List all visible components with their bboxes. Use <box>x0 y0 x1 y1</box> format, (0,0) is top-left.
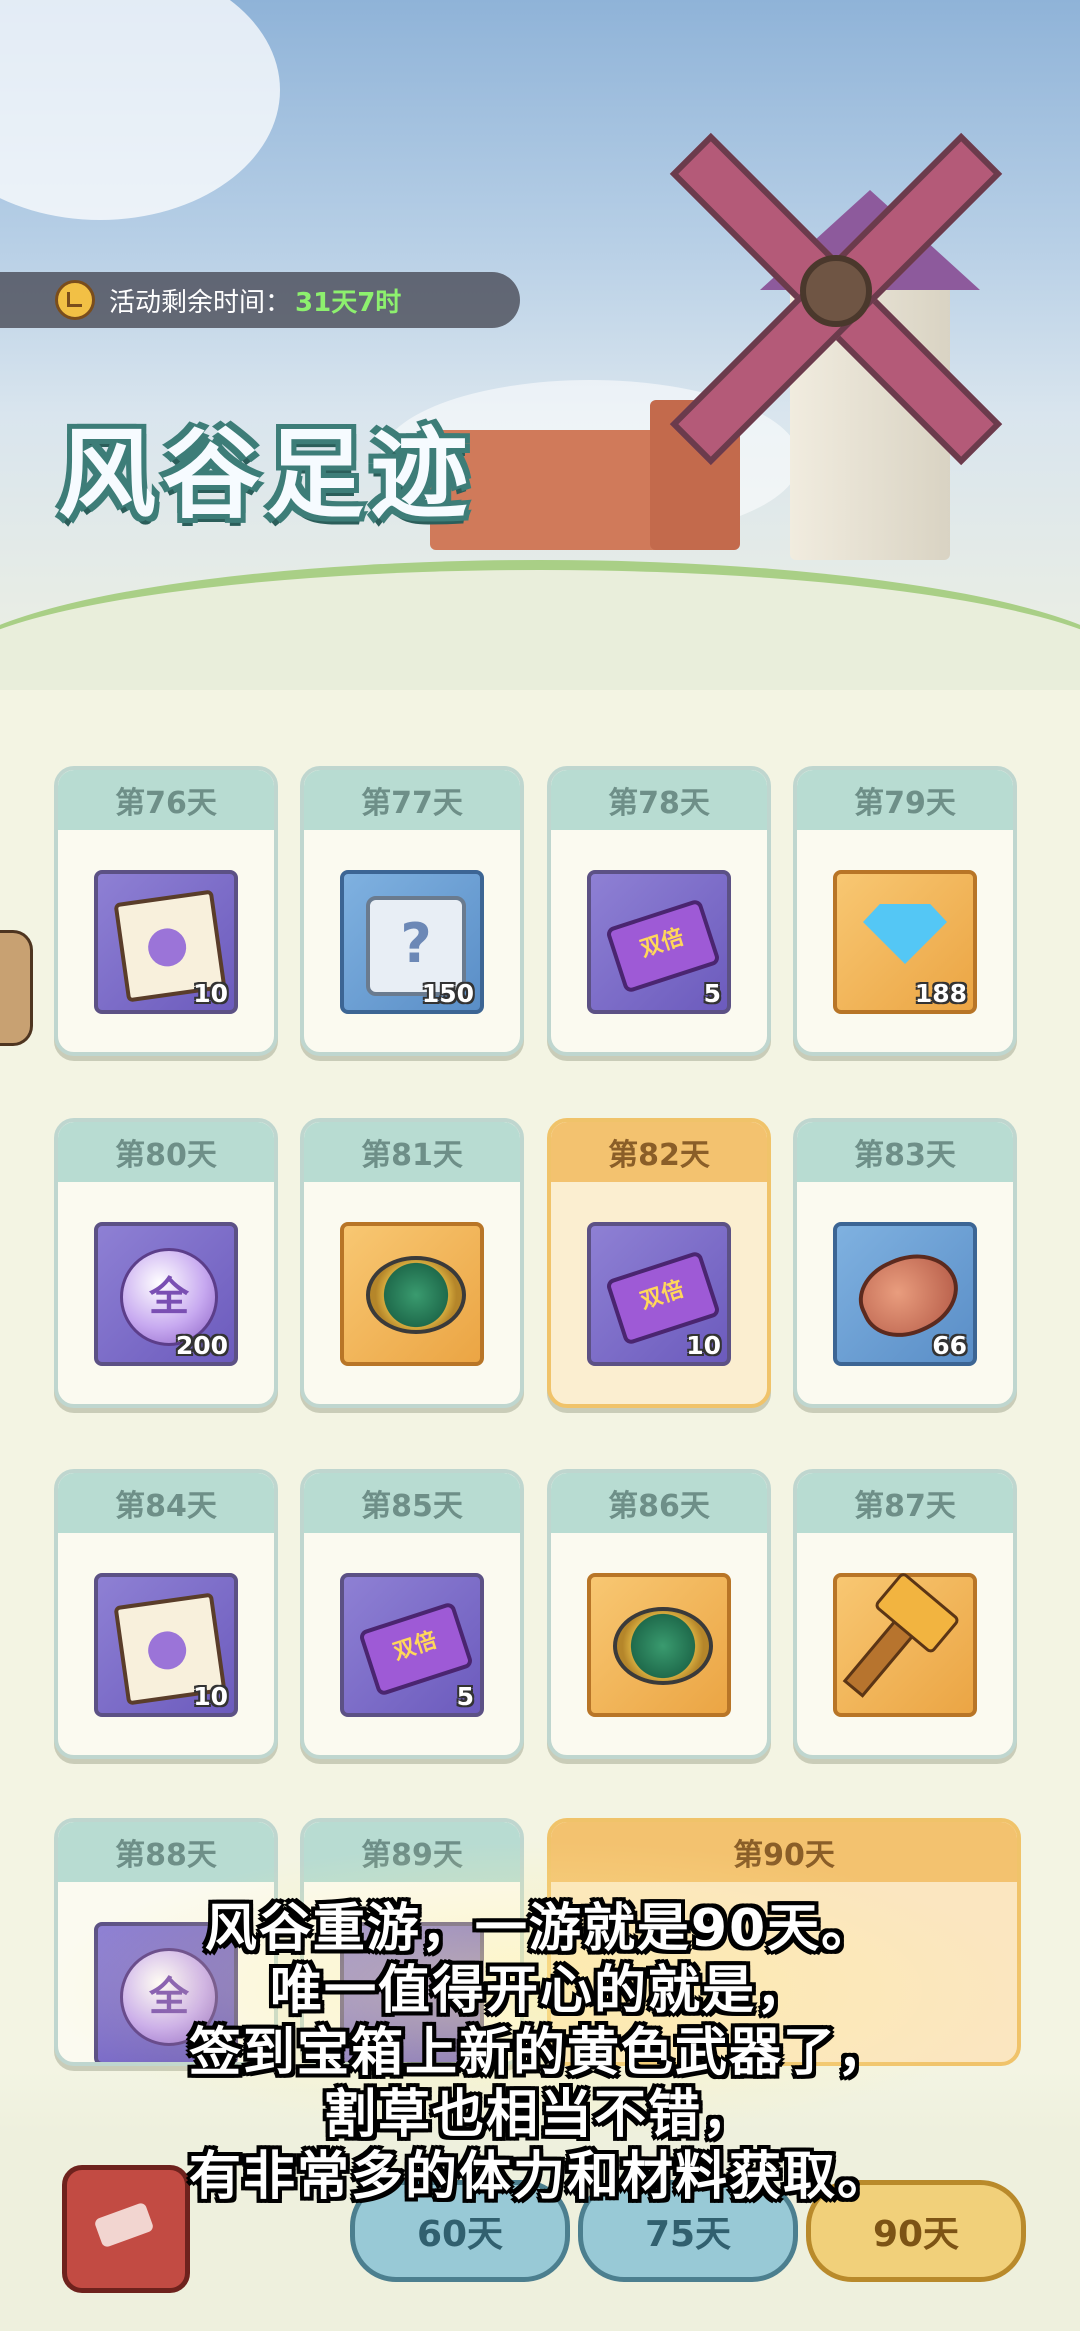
subtitle-line: 割草也相当不错， <box>323 2085 756 2145</box>
cloud <box>0 0 280 220</box>
spinning-top-icon <box>613 1607 713 1685</box>
reward-slot[interactable]: 全 200 <box>94 1222 238 1366</box>
mascot-peek[interactable] <box>0 930 33 1046</box>
event-timer: 活动剩余时间： 31天7时 <box>0 272 520 328</box>
day-card[interactable]: 第77天 ? 150 <box>300 766 524 1056</box>
day-card[interactable]: 第82天双倍 10 <box>547 1118 771 1408</box>
tab-label: 90天 <box>872 2214 960 2255</box>
reward-slot[interactable]: 10 <box>94 870 238 1014</box>
reward-quantity: 10 <box>193 979 228 1008</box>
day-label: 第79天 <box>797 770 1013 830</box>
reward-slot[interactable]: 66 <box>833 1222 977 1366</box>
reward-quantity: 10 <box>686 1331 721 1360</box>
day-label: 第86天 <box>551 1473 767 1533</box>
timer-value: 31天7时 <box>295 287 402 318</box>
tab-label: 60天 <box>416 2214 504 2255</box>
reward-quantity: 188 <box>914 979 967 1008</box>
reward-slot[interactable]: 双倍 10 <box>587 1222 731 1366</box>
event-title: 风谷足迹 <box>58 418 475 532</box>
reward-slot[interactable]: 双倍 5 <box>340 1573 484 1717</box>
timer-label: 活动剩余时间： <box>109 287 292 318</box>
reward-quantity: 5 <box>456 1682 474 1711</box>
reward-slot[interactable]: ? 150 <box>340 870 484 1014</box>
subtitle-line: 风谷重游，一游就是90天。 <box>204 1899 876 1959</box>
subtitle-line: 有非常多的体力和材料获取。 <box>188 2147 891 2207</box>
day-label: 第76天 <box>58 770 274 830</box>
day-label: 第83天 <box>797 1122 1013 1182</box>
day-label: 第87天 <box>797 1473 1013 1533</box>
day-card[interactable]: 第84天 10 <box>54 1469 278 1759</box>
day-card[interactable]: 第76天 10 <box>54 766 278 1056</box>
reward-slot[interactable]: 188 <box>833 870 977 1014</box>
subtitle-line: 签到宝箱上新的黄色武器了， <box>188 2023 891 2083</box>
day-card[interactable]: 第83天 66 <box>793 1118 1017 1408</box>
hill <box>0 560 1080 690</box>
reward-quantity: 200 <box>175 1331 228 1360</box>
day-label: 第78天 <box>551 770 767 830</box>
day-label: 第77天 <box>304 770 520 830</box>
day-card[interactable]: 第79天 188 <box>793 766 1017 1056</box>
reward-quantity: 10 <box>193 1682 228 1711</box>
diamond-icon <box>863 904 947 964</box>
reward-slot[interactable] <box>587 1573 731 1717</box>
video-subtitle: 风谷重游，一游就是90天。 唯一值得开心的就是， 签到宝箱上新的黄色武器了， 割… <box>0 1898 1080 2208</box>
clock-icon <box>55 280 95 320</box>
reward-quantity: 5 <box>703 979 721 1008</box>
event-banner <box>0 0 1080 690</box>
day-label: 第80天 <box>58 1122 274 1182</box>
day-label: 第84天 <box>58 1473 274 1533</box>
day-label: 第82天 <box>551 1122 767 1182</box>
day-label: 第81天 <box>304 1122 520 1182</box>
spinning-top-icon <box>366 1256 466 1334</box>
day-label: 第85天 <box>304 1473 520 1533</box>
day-card[interactable]: 第87天 <box>793 1469 1017 1759</box>
tab-label: 75天 <box>644 2214 732 2255</box>
golden-hammer-icon <box>842 1592 938 1698</box>
reward-slot[interactable]: 双倍 5 <box>587 870 731 1014</box>
day-card[interactable]: 第85天双倍 5 <box>300 1469 524 1759</box>
reward-slot[interactable] <box>833 1573 977 1717</box>
reward-slot[interactable]: 10 <box>94 1573 238 1717</box>
day-card[interactable]: 第80天全 200 <box>54 1118 278 1408</box>
day-card[interactable]: 第81天 <box>300 1118 524 1408</box>
reward-quantity: 150 <box>421 979 474 1008</box>
windmill-hub <box>800 255 872 327</box>
day-card[interactable]: 第86天 <box>547 1469 771 1759</box>
subtitle-line: 唯一值得开心的就是， <box>269 1961 810 2021</box>
reward-slot[interactable] <box>340 1222 484 1366</box>
day-card[interactable]: 第78天双倍 5 <box>547 766 771 1056</box>
reward-quantity: 66 <box>932 1331 967 1360</box>
